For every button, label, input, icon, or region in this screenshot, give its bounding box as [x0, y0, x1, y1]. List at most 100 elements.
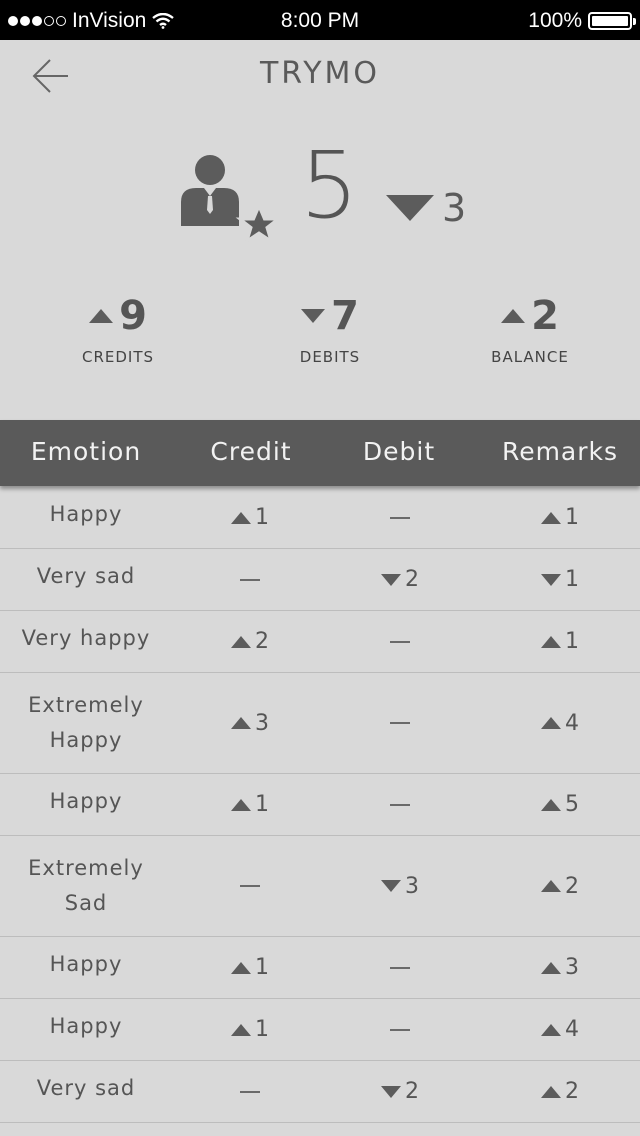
cell-value: 4	[565, 710, 579, 736]
up-arrow-icon	[89, 309, 114, 323]
debit-cell	[350, 611, 450, 672]
up-arrow-icon	[231, 798, 251, 811]
emotion-label: Very sad	[36, 564, 136, 588]
emotion-label: Happy	[49, 789, 123, 813]
cell-value: 4	[565, 1017, 579, 1042]
stat-label: BALANCE	[491, 348, 569, 366]
up-arrow-icon	[541, 717, 561, 729]
cell-value: 1	[255, 955, 269, 980]
battery-group: 100%	[528, 9, 636, 33]
debit-cell	[350, 999, 450, 1060]
debit-cell	[350, 673, 450, 773]
emotion-label: Very happy	[21, 626, 151, 650]
debit-cell	[350, 774, 450, 835]
column-header-emotion[interactable]: Emotion	[0, 420, 172, 486]
credit-cell: 1	[200, 487, 300, 548]
emotion-cell: Extremely Sad	[0, 836, 172, 936]
up-arrow-icon	[541, 798, 561, 811]
down-arrow-icon	[381, 880, 401, 892]
down-arrow-icon	[381, 1085, 401, 1098]
emotion-cell: Very happy	[0, 611, 172, 672]
remarks-cell: 4	[510, 673, 610, 773]
cell-value: 2	[405, 1079, 419, 1104]
stat-label: CREDITS	[81, 348, 155, 366]
cell-value: 5	[565, 792, 579, 817]
credit-cell: 1	[200, 999, 300, 1060]
emotion-cell: Happy	[0, 774, 172, 835]
battery-icon	[588, 12, 636, 30]
emotion-cell: Very sad	[0, 1061, 172, 1122]
empty-dash	[390, 640, 410, 643]
up-arrow-icon	[541, 880, 561, 892]
emotion-cell: Happy	[0, 937, 172, 998]
remarks-cell: 5	[510, 774, 610, 835]
empty-dash	[390, 516, 410, 519]
emotion-label: Extremely Sad	[28, 856, 144, 915]
credit-cell	[200, 836, 300, 936]
table-row[interactable]: Very sad 2 2	[0, 1061, 640, 1123]
column-header-credit[interactable]: Credit	[190, 420, 312, 486]
emotion-label: Happy	[49, 952, 123, 976]
up-arrow-icon	[541, 635, 561, 648]
remarks-cell: 3	[510, 937, 610, 998]
emotion-cell: Happy	[0, 487, 172, 548]
table-row[interactable]: Happy 1 4	[0, 999, 640, 1061]
empty-dash	[240, 1090, 260, 1093]
score-change: 3	[386, 186, 466, 230]
up-arrow-icon	[541, 1023, 561, 1036]
up-arrow-icon	[541, 511, 561, 524]
up-arrow-icon	[541, 1085, 561, 1098]
table-row[interactable]: Very sad 2 1	[0, 549, 640, 611]
user-star-icon	[176, 150, 286, 250]
cell-value: 2	[565, 873, 579, 899]
cell-value: 1	[565, 629, 579, 654]
empty-dash	[390, 722, 410, 724]
table-row[interactable]: Happy 1 3	[0, 937, 640, 999]
column-header-debit[interactable]: Debit	[338, 420, 460, 486]
up-arrow-icon	[541, 961, 561, 974]
empty-dash	[390, 966, 410, 969]
stat-value: 9	[119, 293, 147, 339]
credit-cell: 2	[200, 611, 300, 672]
table-row[interactable]: Happy 1 5	[0, 774, 640, 836]
score-change-value: 3	[442, 186, 467, 230]
emotion-cell: Very sad	[0, 549, 172, 610]
up-arrow-icon	[231, 717, 251, 729]
stat-value: 7	[331, 293, 359, 339]
stat-credits: 9 CREDITS	[38, 294, 198, 366]
empty-dash	[240, 578, 260, 581]
stat-debits: 7 DEBITS	[250, 294, 410, 366]
cell-value: 1	[255, 792, 269, 817]
cell-value: 1	[255, 1017, 269, 1042]
cell-value: 3	[405, 873, 419, 899]
emotion-label: Very sad	[36, 1076, 136, 1100]
cell-value: 1	[565, 567, 579, 592]
cell-value: 1	[565, 505, 579, 530]
table-row[interactable]: Very happy 2 1	[0, 611, 640, 673]
up-arrow-icon	[231, 635, 251, 648]
remarks-cell: 1	[510, 487, 610, 548]
stat-value: 2	[531, 293, 559, 339]
cell-value: 3	[255, 710, 269, 736]
remarks-cell: 4	[510, 999, 610, 1060]
down-arrow-icon	[301, 309, 326, 323]
remarks-cell: 2	[510, 1061, 610, 1122]
cell-value: 1	[255, 505, 269, 530]
empty-dash	[390, 1028, 410, 1031]
table-row[interactable]: Extremely Happy 3 4	[0, 673, 640, 774]
debit-cell: 2	[350, 549, 450, 610]
credit-cell: 1	[200, 937, 300, 998]
emotion-label: Happy	[49, 1014, 123, 1038]
cell-value: 2	[255, 629, 269, 654]
column-header-remarks[interactable]: Remarks	[490, 420, 630, 486]
table-row[interactable]: Extremely Sad 3 2	[0, 836, 640, 937]
emotion-label: Extremely Happy	[28, 693, 144, 752]
cell-value: 2	[405, 567, 419, 592]
debit-cell: 2	[350, 1061, 450, 1122]
table-row[interactable]: Happy 1 1	[0, 487, 640, 549]
debit-cell: 3	[350, 836, 450, 936]
down-arrow-icon	[541, 573, 561, 586]
stat-label: DEBITS	[299, 348, 361, 366]
empty-dash	[240, 885, 260, 887]
cell-value: 3	[565, 955, 579, 980]
